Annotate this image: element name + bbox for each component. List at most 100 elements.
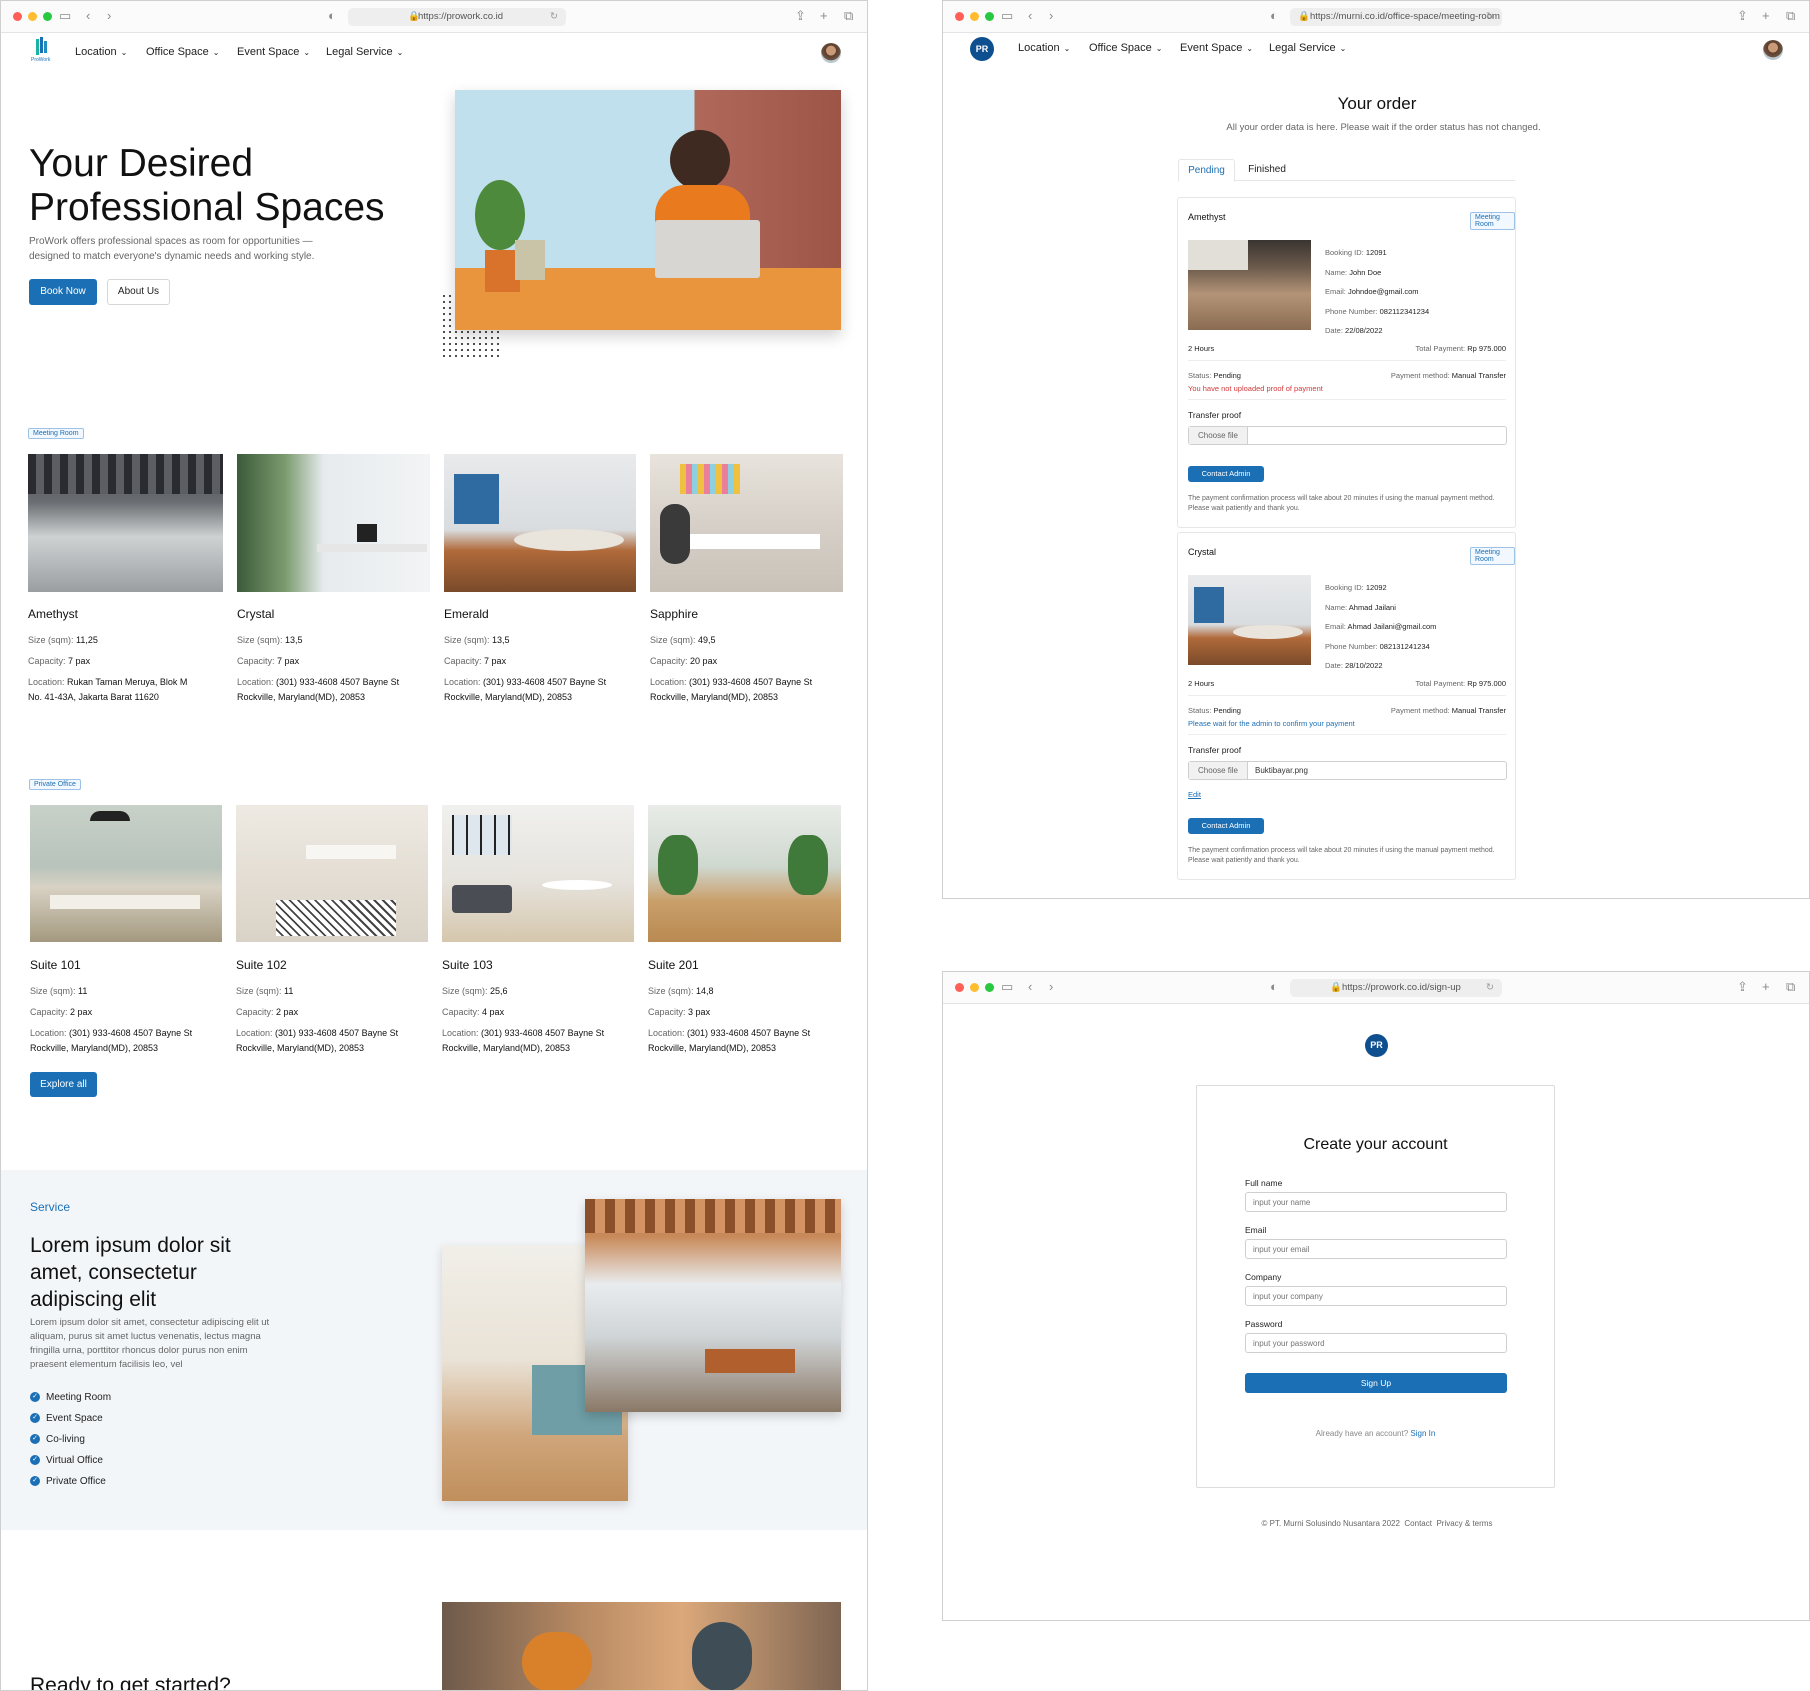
minimize-icon[interactable] bbox=[970, 12, 979, 21]
booking-info: Booking ID: 12092 Name: Ahmad Jailani Em… bbox=[1325, 578, 1436, 676]
window-controls[interactable] bbox=[955, 983, 994, 992]
room-image[interactable] bbox=[648, 805, 841, 942]
maximize-icon[interactable] bbox=[985, 983, 994, 992]
minimize-icon[interactable] bbox=[28, 12, 37, 21]
address-bar[interactable]: 🔒 https://prowork.co.id ↻ bbox=[348, 8, 566, 26]
nav-event-space[interactable]: Event Space ⌄ bbox=[1180, 42, 1253, 54]
sidebar-icon[interactable]: ▭ bbox=[1001, 979, 1013, 995]
share-icon[interactable]: ⇪ bbox=[795, 8, 806, 24]
room-size: Size (sqm): 11 bbox=[30, 984, 87, 999]
choose-file-button[interactable]: Choose file bbox=[1189, 427, 1248, 444]
address-bar[interactable]: 🔒 https://prowork.co.id/sign-up ↻ bbox=[1290, 979, 1502, 997]
room-image[interactable] bbox=[650, 454, 843, 592]
file-input[interactable]: Choose file Buktibayar.png bbox=[1188, 761, 1507, 780]
reload-icon[interactable]: ↻ bbox=[550, 8, 558, 26]
share-icon[interactable]: ⇪ bbox=[1737, 979, 1748, 995]
back-icon[interactable]: ‹ bbox=[1028, 979, 1032, 995]
privacy-terms-link[interactable]: Privacy & terms bbox=[1436, 1519, 1492, 1528]
room-name[interactable]: Amethyst bbox=[28, 607, 78, 621]
capacity-value: 7 pax bbox=[277, 656, 300, 666]
sign-up-button[interactable]: Sign Up bbox=[1245, 1373, 1507, 1393]
booking-id-line: Booking ID: 12092 bbox=[1325, 578, 1436, 598]
tab-finished[interactable]: Finished bbox=[1235, 159, 1299, 181]
new-tab-icon[interactable]: + bbox=[1762, 8, 1770, 24]
back-icon[interactable]: ‹ bbox=[1028, 8, 1032, 24]
nav-legal-service[interactable]: Legal Service ⌄ bbox=[1269, 42, 1346, 54]
pr-logo[interactable]: PR bbox=[970, 37, 994, 61]
minimize-icon[interactable] bbox=[970, 983, 979, 992]
room-name[interactable]: Suite 102 bbox=[236, 958, 287, 972]
close-icon[interactable] bbox=[955, 983, 964, 992]
nav-office-space[interactable]: Office Space ⌄ bbox=[1089, 42, 1162, 54]
address-bar[interactable]: 🔒 https://murni.co.id/office-space/meeti… bbox=[1290, 8, 1502, 26]
nav-location[interactable]: Location ⌄ bbox=[75, 46, 127, 58]
order-card: Crystal Meeting Room Booking ID: 12092 N… bbox=[1177, 532, 1516, 880]
prowork-logo[interactable]: ProWork bbox=[29, 37, 55, 63]
check-circle-icon: ✓ bbox=[30, 1413, 40, 1423]
avatar[interactable] bbox=[1763, 40, 1783, 60]
room-image[interactable] bbox=[442, 805, 634, 942]
about-us-button[interactable]: About Us bbox=[107, 279, 170, 305]
reload-icon[interactable]: ↻ bbox=[1486, 979, 1494, 997]
logo-text: ProWork bbox=[31, 57, 51, 63]
contact-admin-button[interactable]: Contact Admin bbox=[1188, 818, 1264, 834]
room-image[interactable] bbox=[236, 805, 428, 942]
email-field[interactable] bbox=[1245, 1239, 1507, 1259]
shield-icon[interactable]: ◐ bbox=[1270, 979, 1278, 995]
tab-pending[interactable]: Pending bbox=[1178, 159, 1235, 182]
window-controls[interactable] bbox=[13, 12, 52, 21]
booking-id-label: Booking ID: bbox=[1325, 248, 1364, 257]
room-image[interactable] bbox=[28, 454, 223, 592]
edit-link[interactable]: Edit bbox=[1188, 790, 1201, 799]
room-name[interactable]: Suite 103 bbox=[442, 958, 493, 972]
forward-icon[interactable]: › bbox=[1049, 979, 1053, 995]
choose-file-button[interactable]: Choose file bbox=[1189, 762, 1248, 779]
nav-office-space[interactable]: Office Space ⌄ bbox=[146, 46, 219, 58]
window-controls[interactable] bbox=[955, 12, 994, 21]
room-name[interactable]: Suite 201 bbox=[648, 958, 699, 972]
nav-location[interactable]: Location ⌄ bbox=[1018, 42, 1070, 54]
sign-in-link[interactable]: Sign In bbox=[1410, 1429, 1435, 1438]
avatar[interactable] bbox=[821, 43, 841, 63]
maximize-icon[interactable] bbox=[43, 12, 52, 21]
transfer-proof-label: Transfer proof bbox=[1188, 745, 1242, 755]
nav-legal-service[interactable]: Legal Service ⌄ bbox=[326, 46, 403, 58]
shield-icon[interactable]: ◐ bbox=[328, 8, 336, 24]
tabs-icon[interactable]: ⧉ bbox=[844, 8, 853, 24]
room-name[interactable]: Suite 101 bbox=[30, 958, 81, 972]
location-value: (301) 933-4608 4507 Bayne St bbox=[275, 1028, 399, 1038]
new-tab-icon[interactable]: + bbox=[1762, 979, 1770, 995]
contact-link[interactable]: Contact bbox=[1404, 1519, 1432, 1528]
full-name-field[interactable] bbox=[1245, 1192, 1507, 1212]
close-icon[interactable] bbox=[955, 12, 964, 21]
room-name[interactable]: Emerald bbox=[444, 607, 489, 621]
list-item-label: Event Space bbox=[46, 1413, 103, 1424]
room-image[interactable] bbox=[444, 454, 636, 592]
room-name[interactable]: Sapphire bbox=[650, 607, 698, 621]
file-input[interactable]: Choose file bbox=[1188, 426, 1507, 445]
location-value: Rukan Taman Meruya, Blok M bbox=[67, 677, 188, 687]
nav-event-space[interactable]: Event Space ⌄ bbox=[237, 46, 310, 58]
sidebar-icon[interactable]: ▭ bbox=[59, 8, 71, 24]
room-image[interactable] bbox=[237, 454, 430, 592]
contact-admin-button[interactable]: Contact Admin bbox=[1188, 466, 1264, 482]
forward-icon[interactable]: › bbox=[1049, 8, 1053, 24]
pr-logo[interactable]: PR bbox=[1365, 1034, 1388, 1057]
share-icon[interactable]: ⇪ bbox=[1737, 8, 1748, 24]
shield-icon[interactable]: ◐ bbox=[1270, 8, 1278, 24]
company-field[interactable] bbox=[1245, 1286, 1507, 1306]
sidebar-icon[interactable]: ▭ bbox=[1001, 8, 1013, 24]
reload-icon[interactable]: ↻ bbox=[1486, 8, 1494, 26]
book-now-button[interactable]: Book Now bbox=[29, 279, 97, 305]
forward-icon[interactable]: › bbox=[107, 8, 111, 24]
tabs-icon[interactable]: ⧉ bbox=[1786, 979, 1795, 995]
back-icon[interactable]: ‹ bbox=[86, 8, 90, 24]
maximize-icon[interactable] bbox=[985, 12, 994, 21]
room-name[interactable]: Crystal bbox=[237, 607, 274, 621]
close-icon[interactable] bbox=[13, 12, 22, 21]
new-tab-icon[interactable]: + bbox=[820, 8, 828, 24]
tabs-icon[interactable]: ⧉ bbox=[1786, 8, 1795, 24]
password-field[interactable] bbox=[1245, 1333, 1507, 1353]
room-image[interactable] bbox=[30, 805, 222, 942]
explore-all-button[interactable]: Explore all bbox=[30, 1072, 97, 1097]
